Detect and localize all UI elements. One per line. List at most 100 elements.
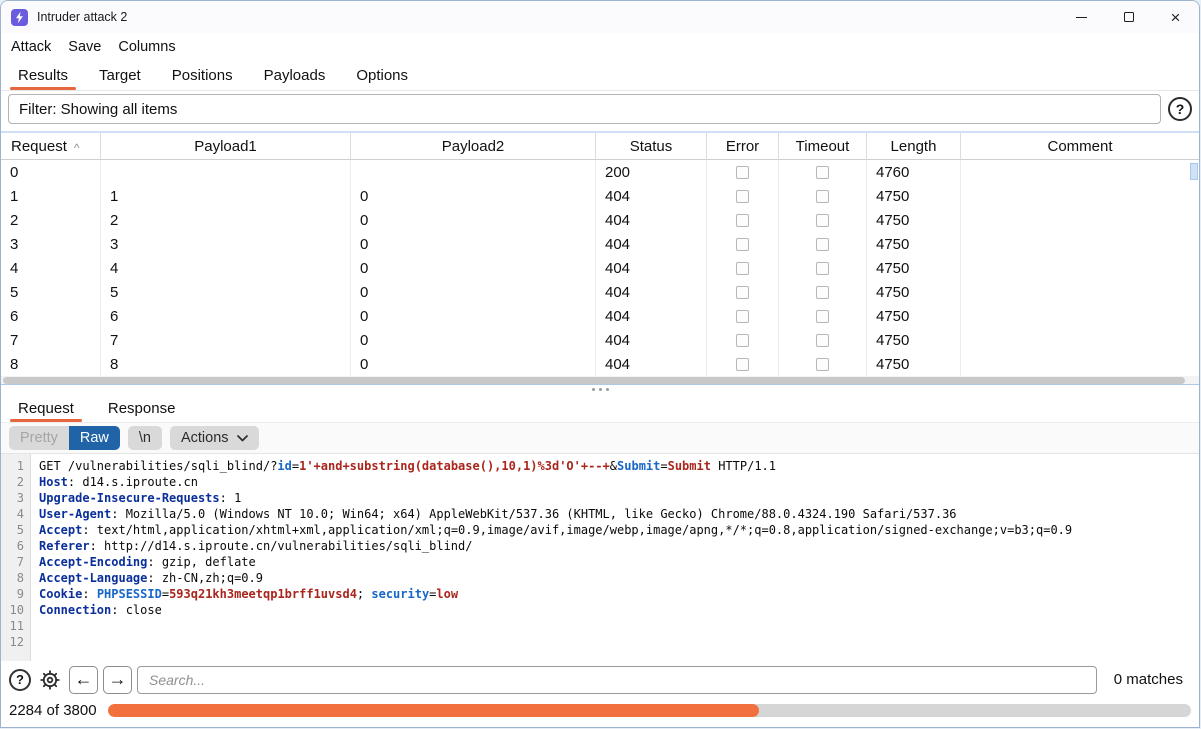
tab-payloads[interactable]: Payloads — [255, 61, 335, 90]
cell-status[interactable]: 404 — [596, 328, 707, 352]
cell-payload2[interactable]: 0 — [351, 256, 596, 280]
cell-payload2[interactable] — [351, 160, 596, 184]
cell-request[interactable]: 0 — [1, 160, 101, 184]
panel-splitter-handle[interactable] — [1, 385, 1199, 394]
request-code[interactable]: 1GET /vulnerabilities/sqli_blind/?id=1'+… — [1, 454, 1199, 650]
error-checkbox[interactable] — [736, 358, 749, 371]
cell-timeout[interactable] — [779, 256, 867, 280]
editor-tab-request[interactable]: Request — [9, 394, 83, 422]
cell-error[interactable] — [707, 160, 779, 184]
cell-length[interactable]: 4750 — [867, 208, 961, 232]
cell-timeout[interactable] — [779, 232, 867, 256]
column-header-length[interactable]: Length — [867, 133, 961, 160]
cell-status[interactable]: 404 — [596, 184, 707, 208]
cell-timeout[interactable] — [779, 304, 867, 328]
error-checkbox[interactable] — [736, 262, 749, 275]
cell-status[interactable]: 404 — [596, 256, 707, 280]
error-checkbox[interactable] — [736, 310, 749, 323]
cell-request[interactable]: 2 — [1, 208, 101, 232]
cell-error[interactable] — [707, 256, 779, 280]
cell-request[interactable]: 5 — [1, 280, 101, 304]
table-vertical-scrollbar-thumb[interactable] — [1190, 163, 1198, 180]
cell-comment[interactable] — [961, 232, 1199, 256]
timeout-checkbox[interactable] — [816, 358, 829, 371]
cell-comment[interactable] — [961, 160, 1199, 184]
search-next-button[interactable]: → — [103, 666, 132, 694]
minimize-button[interactable] — [1058, 1, 1105, 33]
menu-item-attack[interactable]: Attack — [11, 39, 51, 55]
table-row[interactable]: 3304044750 — [1, 232, 1199, 256]
table-row[interactable]: 7704044750 — [1, 328, 1199, 352]
table-horizontal-scrollbar[interactable] — [1, 376, 1199, 385]
cell-payload1[interactable]: 7 — [101, 328, 351, 352]
cell-comment[interactable] — [961, 256, 1199, 280]
column-header-request[interactable]: Request^ — [1, 133, 101, 160]
cell-comment[interactable] — [961, 304, 1199, 328]
cell-status[interactable]: 404 — [596, 352, 707, 376]
timeout-checkbox[interactable] — [816, 310, 829, 323]
cell-comment[interactable] — [961, 280, 1199, 304]
cell-status[interactable]: 404 — [596, 232, 707, 256]
cell-comment[interactable] — [961, 208, 1199, 232]
cell-length[interactable]: 4750 — [867, 184, 961, 208]
table-row[interactable]: 5504044750 — [1, 280, 1199, 304]
column-header-status[interactable]: Status — [596, 133, 707, 160]
filter-bar[interactable]: Filter: Showing all items — [8, 94, 1161, 124]
error-checkbox[interactable] — [736, 190, 749, 203]
cell-status[interactable]: 404 — [596, 208, 707, 232]
timeout-checkbox[interactable] — [816, 238, 829, 251]
cell-length[interactable]: 4750 — [867, 304, 961, 328]
cell-error[interactable] — [707, 280, 779, 304]
cell-timeout[interactable] — [779, 160, 867, 184]
search-input[interactable] — [137, 666, 1097, 694]
cell-payload2[interactable]: 0 — [351, 280, 596, 304]
cell-timeout[interactable] — [779, 208, 867, 232]
error-checkbox[interactable] — [736, 214, 749, 227]
raw-view-button[interactable]: Raw — [69, 426, 120, 450]
filter-help-button[interactable]: ? — [1168, 97, 1192, 121]
cell-request[interactable]: 1 — [1, 184, 101, 208]
cell-comment[interactable] — [961, 328, 1199, 352]
cell-payload1[interactable]: 1 — [101, 184, 351, 208]
cell-request[interactable]: 7 — [1, 328, 101, 352]
column-header-error[interactable]: Error — [707, 133, 779, 160]
column-header-payload2[interactable]: Payload2 — [351, 133, 596, 160]
newline-toggle-button[interactable]: \n — [128, 426, 162, 450]
cell-payload1[interactable]: 3 — [101, 232, 351, 256]
column-header-payload1[interactable]: Payload1 — [101, 133, 351, 160]
timeout-checkbox[interactable] — [816, 214, 829, 227]
cell-length[interactable]: 4750 — [867, 232, 961, 256]
timeout-checkbox[interactable] — [816, 286, 829, 299]
column-header-comment[interactable]: Comment — [961, 133, 1199, 160]
cell-status[interactable]: 200 — [596, 160, 707, 184]
cell-error[interactable] — [707, 328, 779, 352]
cell-comment[interactable] — [961, 184, 1199, 208]
cell-error[interactable] — [707, 184, 779, 208]
cell-payload1[interactable]: 5 — [101, 280, 351, 304]
cell-length[interactable]: 4750 — [867, 256, 961, 280]
table-row[interactable]: 02004760 — [1, 160, 1199, 184]
cell-request[interactable]: 6 — [1, 304, 101, 328]
tab-options[interactable]: Options — [347, 61, 417, 90]
cell-timeout[interactable] — [779, 328, 867, 352]
cell-payload1[interactable]: 8 — [101, 352, 351, 376]
timeout-checkbox[interactable] — [816, 190, 829, 203]
cell-payload2[interactable]: 0 — [351, 328, 596, 352]
cell-payload1[interactable]: 6 — [101, 304, 351, 328]
cell-payload1[interactable]: 2 — [101, 208, 351, 232]
tab-target[interactable]: Target — [90, 61, 150, 90]
cell-request[interactable]: 3 — [1, 232, 101, 256]
cell-error[interactable] — [707, 208, 779, 232]
cell-request[interactable]: 8 — [1, 352, 101, 376]
cell-payload2[interactable]: 0 — [351, 184, 596, 208]
menu-item-save[interactable]: Save — [68, 39, 101, 55]
cell-error[interactable] — [707, 304, 779, 328]
cell-timeout[interactable] — [779, 352, 867, 376]
cell-payload1[interactable] — [101, 160, 351, 184]
maximize-button[interactable] — [1105, 1, 1152, 33]
cell-status[interactable]: 404 — [596, 280, 707, 304]
cell-status[interactable]: 404 — [596, 304, 707, 328]
cell-error[interactable] — [707, 352, 779, 376]
tab-positions[interactable]: Positions — [163, 61, 242, 90]
cell-timeout[interactable] — [779, 184, 867, 208]
